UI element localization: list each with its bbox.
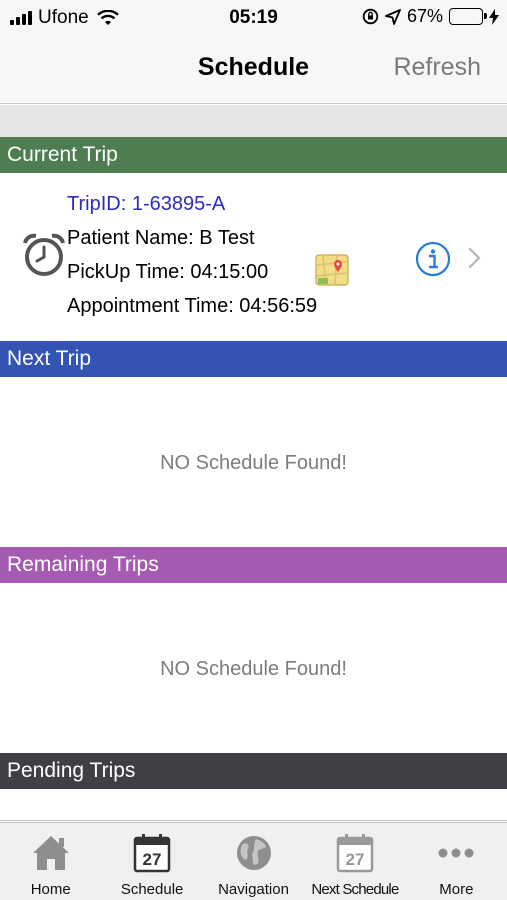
- orientation-lock-icon: [362, 8, 379, 25]
- tab-schedule[interactable]: 27 Schedule: [101, 823, 202, 900]
- svg-text:27: 27: [345, 850, 364, 869]
- battery-percent: 67%: [406, 6, 443, 26]
- tab-home-label: Home: [30, 881, 71, 898]
- alarm-clock-icon: [23, 233, 65, 276]
- svg-text:27: 27: [143, 850, 162, 869]
- pickup-time: PickUp Time: 04:15:00: [67, 261, 269, 283]
- current-trip-card[interactable]: TripID: 1-63895-A Patient Name: B Test P…: [0, 173, 507, 341]
- location-arrow-icon: [385, 8, 401, 25]
- status-right: 67%: [362, 6, 499, 27]
- chevron-right-icon[interactable]: [467, 246, 483, 270]
- remaining-trips-header: Remaining Trips: [0, 547, 507, 583]
- tab-navigation-label: Navigation: [218, 881, 289, 898]
- patient-name: Patient Name: B Test: [67, 227, 255, 249]
- trip-details: TripID: 1-63895-A Patient Name: B Test P…: [67, 187, 317, 323]
- status-bar: Ufone 05:19 67%: [0, 0, 507, 36]
- tab-schedule-label: Schedule: [120, 881, 184, 898]
- top-spacer: [0, 105, 507, 137]
- refresh-button[interactable]: Refresh: [393, 53, 481, 82]
- tab-bar: Home 27 Schedule Navigation 27 Next Sche…: [0, 822, 507, 900]
- tab-home[interactable]: Home: [0, 823, 101, 900]
- calendar-icon: 27: [336, 834, 374, 873]
- pending-trips-header: Pending Trips: [0, 753, 507, 789]
- next-trip-header: Next Trip: [0, 341, 507, 377]
- globe-icon: [236, 836, 271, 870]
- next-trip-empty-message: NO Schedule Found!: [160, 452, 347, 474]
- tab-more[interactable]: More: [406, 823, 507, 900]
- tab-navigation[interactable]: Navigation: [203, 823, 304, 900]
- trip-id: TripID: 1-63895-A: [67, 193, 226, 215]
- calendar-icon: 27: [133, 834, 171, 873]
- tab-next-schedule-label: Next Schedule: [311, 881, 399, 898]
- info-icon[interactable]: [415, 241, 451, 277]
- pending-trips-list: [0, 789, 507, 821]
- tab-next-schedule[interactable]: 27 Next Schedule: [304, 823, 405, 900]
- charging-bolt-icon: [489, 8, 499, 25]
- navigation-bar: Schedule Refresh: [0, 36, 507, 104]
- remaining-trips-list: NO Schedule Found!: [0, 583, 507, 753]
- map-icon[interactable]: [315, 253, 349, 287]
- next-trip-list: NO Schedule Found!: [0, 377, 507, 547]
- current-trip-header: Current Trip: [0, 137, 507, 173]
- remaining-trips-empty-message: NO Schedule Found!: [160, 658, 347, 680]
- home-icon: [32, 836, 69, 870]
- battery-icon: [449, 8, 487, 25]
- more-dots-icon: [438, 848, 474, 858]
- tab-more-label: More: [439, 881, 474, 898]
- appointment-time: Appointment Time: 04:56:59: [67, 295, 318, 317]
